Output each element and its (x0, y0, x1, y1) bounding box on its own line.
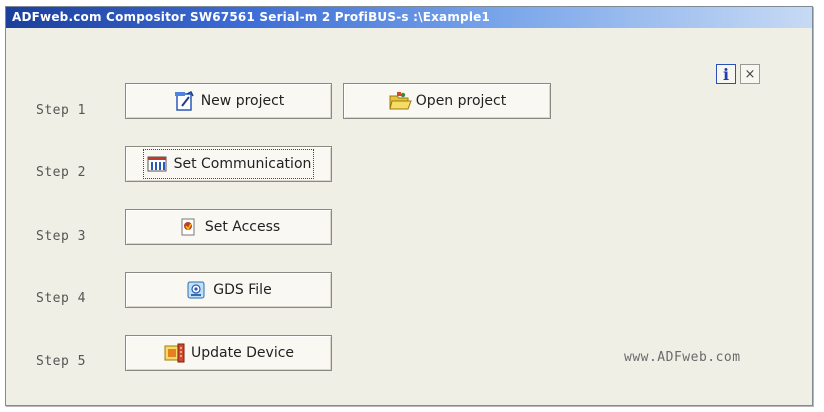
gds-file-label: GDS File (213, 282, 272, 298)
step-3-label: Step 3 (36, 229, 86, 244)
set-access-button[interactable]: Set Access (125, 209, 332, 245)
step-4-label: Step 4 (36, 291, 86, 306)
gds-file-icon (185, 279, 207, 301)
communication-grid-icon (146, 153, 168, 175)
new-project-button[interactable]: New project (125, 83, 332, 119)
update-device-button[interactable]: Update Device (125, 335, 332, 371)
app-window: ADFweb.com Compositor SW67561 Serial-m 2… (5, 6, 813, 406)
set-access-label: Set Access (204, 219, 281, 235)
focus-outline: Set Communication (142, 149, 315, 179)
step-1-label: Step 1 (36, 103, 86, 118)
open-project-label: Open project (415, 93, 507, 109)
footer-website: www.ADFweb.com (624, 350, 741, 365)
info-button[interactable]: i (716, 64, 736, 84)
gds-file-button[interactable]: GDS File (125, 272, 332, 308)
set-communication-label: Set Communication (173, 156, 312, 172)
title-bar[interactable]: ADFweb.com Compositor SW67561 Serial-m 2… (6, 7, 812, 28)
window-title: ADFweb.com Compositor SW67561 Serial-m 2… (12, 10, 491, 24)
new-project-icon (173, 90, 195, 112)
folder-open-icon (388, 90, 412, 112)
close-button[interactable]: × (740, 64, 760, 84)
update-device-label: Update Device (190, 345, 295, 361)
access-icon (177, 216, 199, 238)
close-icon: × (744, 66, 756, 82)
update-device-icon (163, 342, 185, 364)
info-icon: i (722, 64, 730, 84)
new-project-label: New project (200, 93, 285, 109)
set-communication-button[interactable]: Set Communication (125, 146, 332, 182)
open-project-button[interactable]: Open project (343, 83, 551, 119)
step-5-label: Step 5 (36, 354, 86, 369)
step-2-label: Step 2 (36, 165, 86, 180)
